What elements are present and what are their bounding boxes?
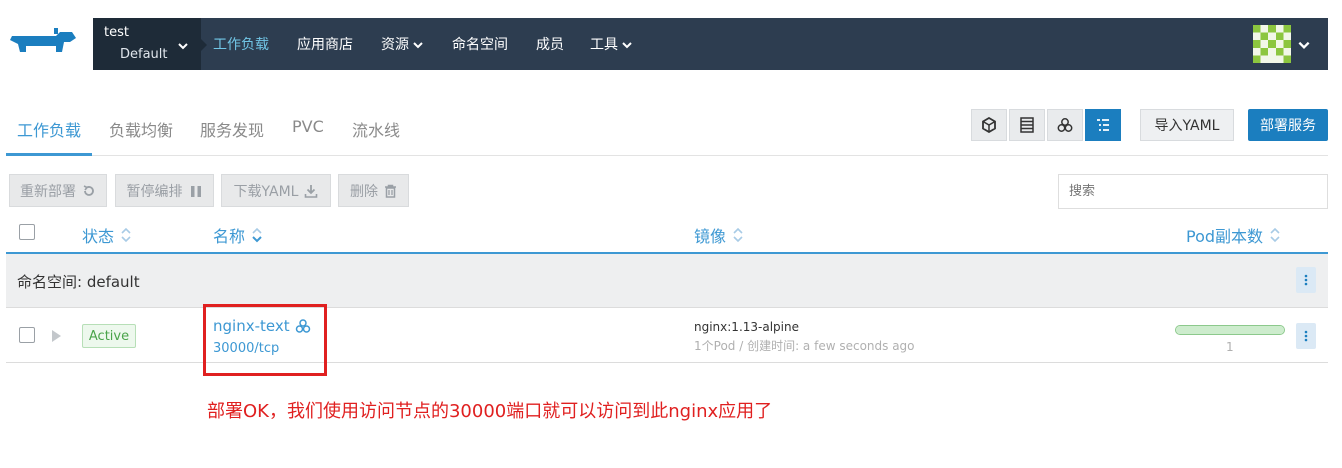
header-image[interactable]: 镜像 [694, 223, 744, 247]
sort-icon [733, 227, 743, 243]
header-name[interactable]: 名称 [213, 223, 263, 247]
delete-button[interactable]: 删除 [338, 174, 409, 207]
nav-tools-label: 工具 [590, 37, 618, 53]
download-yaml-button[interactable]: 下载YAML [221, 174, 331, 207]
breadcrumb-arrow-icon [201, 39, 207, 51]
cube-icon [982, 117, 996, 133]
download-yaml-label: 下载YAML [233, 183, 299, 200]
table-header: 状态 名称 镜像 Pod副本数 [6, 214, 1328, 254]
redeploy-label: 重新部署 [20, 183, 76, 200]
select-all-checkbox[interactable] [19, 224, 35, 240]
row-checkbox[interactable] [19, 327, 35, 343]
workload-tabs: 工作负载 负载均衡 服务发现 PVC 流水线 导入YAML 部署服务 [6, 100, 1328, 156]
kebab-icon [1304, 330, 1308, 342]
pause-orchestration-button[interactable]: 暂停编排 [115, 174, 214, 207]
project-name: Default [120, 47, 168, 62]
header-state[interactable]: 状态 [82, 223, 132, 247]
workload-meta: 1个Pod / 创建时间: a few seconds ago [694, 339, 915, 353]
sort-icon [1270, 227, 1280, 243]
top-navigation: test Default 工作负载 应用商店 资源 命名空间 成员 工具 [0, 0, 1342, 88]
redeploy-icon [83, 184, 94, 196]
pod-progress-fill [1176, 326, 1284, 334]
cluster-project-switcher[interactable]: test Default [93, 18, 201, 70]
delete-label: 删除 [350, 183, 378, 200]
nav-resources-label: 资源 [381, 37, 409, 53]
chevron-down-icon [622, 42, 632, 49]
view-list-button[interactable] [1009, 109, 1045, 141]
group-list-icon [1097, 119, 1109, 131]
cluster-name: test [104, 25, 129, 40]
main-navbar: test Default 工作负载 应用商店 资源 命名空间 成员 工具 [93, 18, 1328, 70]
kebab-icon [1304, 274, 1308, 286]
search-input[interactable] [1058, 174, 1328, 209]
redeploy-button[interactable]: 重新部署 [9, 174, 107, 207]
pod-count: 1 [1226, 340, 1234, 354]
annotation-text: 部署OK，我们使用访问节点的30000端口就可以访问到此nginx应用了 [207, 401, 773, 422]
pod-progress-bar [1175, 325, 1285, 335]
chevron-down-icon [177, 37, 189, 56]
active-tab-underline [6, 153, 92, 156]
nav-catalog-apps[interactable]: 应用商店 [297, 34, 353, 54]
tab-pvc[interactable]: PVC [292, 117, 324, 136]
header-state-label: 状态 [82, 227, 115, 246]
highlight-box [203, 304, 327, 376]
image-name: nginx:1.13-alpine [694, 320, 799, 334]
group-actions-menu-button[interactable] [1296, 267, 1316, 293]
user-avatar[interactable] [1253, 25, 1291, 63]
cluster-icon [1057, 118, 1073, 132]
nav-namespaces[interactable]: 命名空间 [452, 34, 508, 54]
pause-icon [190, 185, 201, 197]
list-icon [1020, 117, 1034, 133]
view-cluster-button[interactable] [1047, 109, 1083, 141]
header-image-label: 镜像 [694, 227, 727, 246]
header-name-label: 名称 [213, 227, 246, 246]
pause-label: 暂停编排 [126, 183, 183, 200]
trash-icon [385, 184, 396, 198]
nav-workloads[interactable]: 工作负载 [213, 34, 269, 54]
status-badge: Active [82, 324, 136, 348]
tab-service-discovery[interactable]: 服务发现 [200, 117, 264, 141]
tab-pipeline[interactable]: 流水线 [352, 117, 400, 141]
namespace-group-label: 命名空间: default [17, 273, 140, 291]
import-yaml-button[interactable]: 导入YAML [1140, 109, 1234, 141]
chevron-down-icon [413, 42, 423, 49]
sort-icon [252, 227, 262, 243]
download-icon [305, 184, 318, 198]
header-pods-label: Pod副本数 [1186, 227, 1264, 246]
sort-icon [121, 227, 131, 243]
view-cube-button[interactable] [971, 109, 1007, 141]
nav-members[interactable]: 成员 [536, 34, 564, 54]
nav-resources[interactable]: 资源 [381, 34, 424, 54]
rancher-logo-icon[interactable] [6, 26, 80, 62]
user-menu-chevron-icon[interactable] [1297, 37, 1311, 56]
expand-row-icon[interactable] [50, 328, 62, 347]
tab-workloads[interactable]: 工作负载 [17, 117, 81, 141]
nav-tools[interactable]: 工具 [590, 34, 633, 54]
namespace-group-row: 命名空间: default [6, 254, 1328, 308]
view-grouped-list-button[interactable] [1085, 109, 1121, 141]
header-pod-replicas[interactable]: Pod副本数 [1186, 223, 1281, 247]
tab-load-balancing[interactable]: 负载均衡 [109, 117, 173, 141]
row-actions-menu-button[interactable] [1296, 323, 1316, 349]
deploy-service-button[interactable]: 部署服务 [1248, 109, 1328, 141]
